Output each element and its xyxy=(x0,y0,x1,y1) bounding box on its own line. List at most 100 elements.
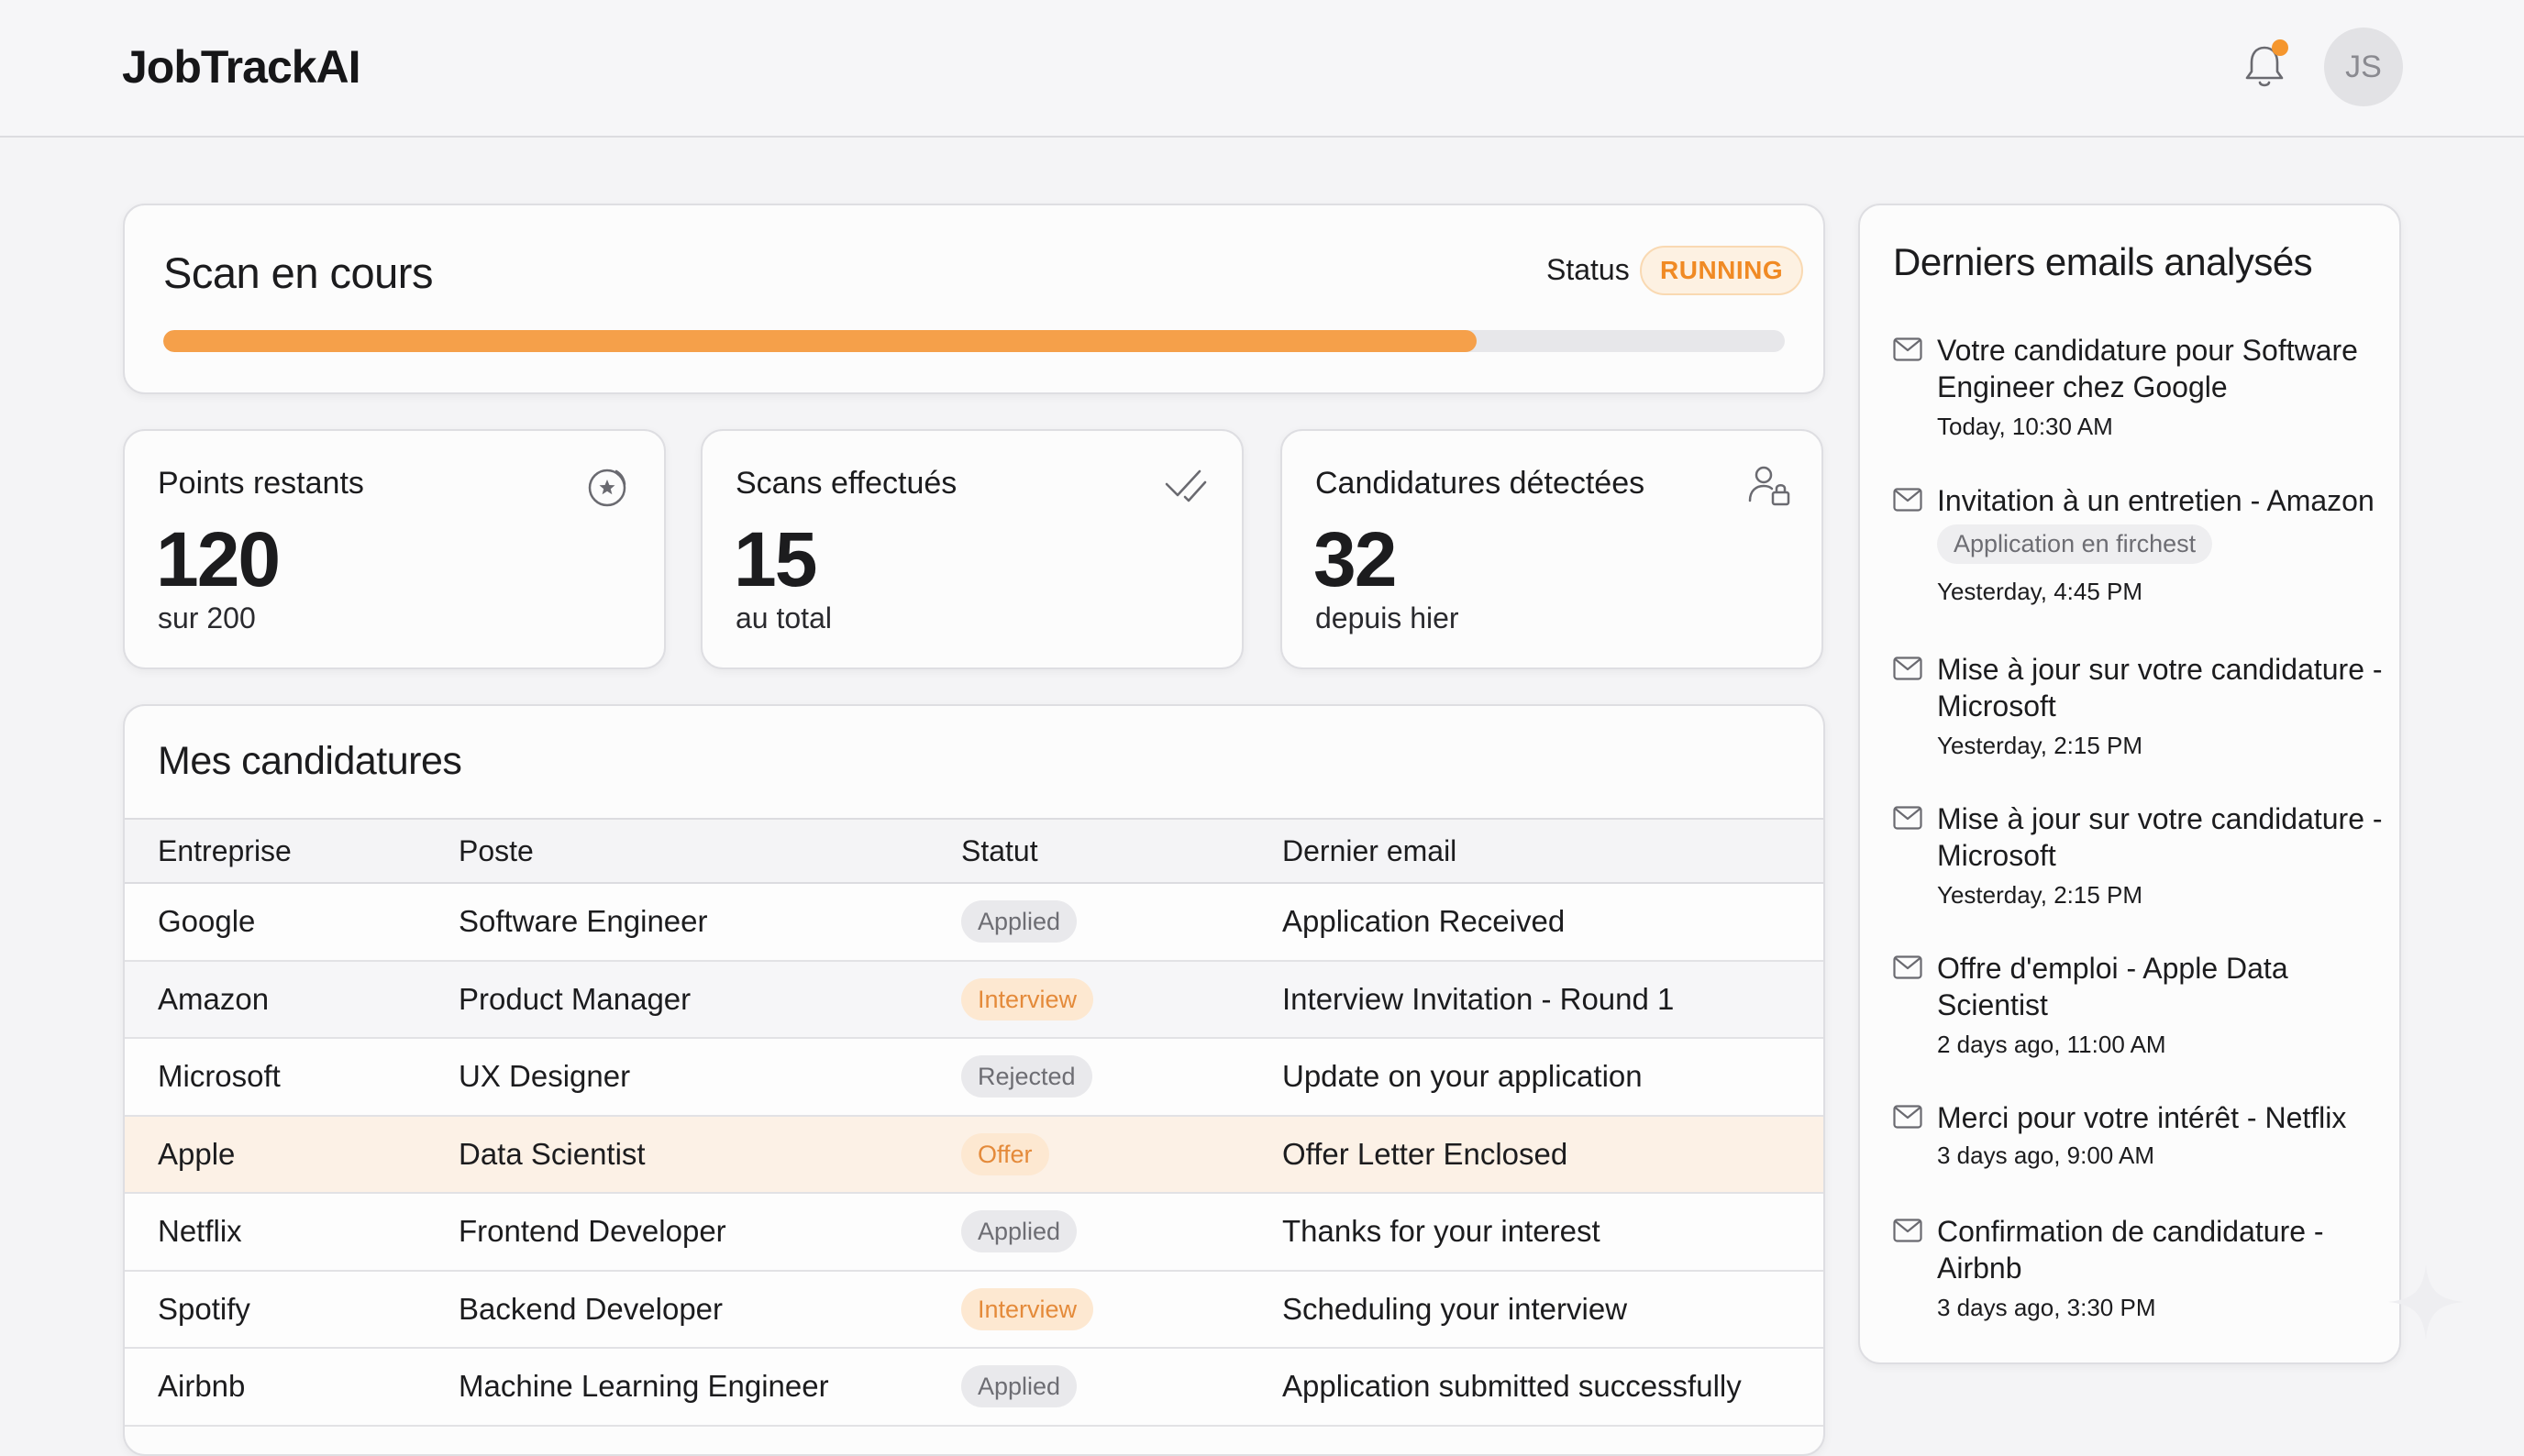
user-lock-icon xyxy=(1748,466,1790,506)
coin-star-icon xyxy=(588,469,626,507)
mail-icon xyxy=(1893,1105,1922,1129)
email-item[interactable]: Mise à jour sur votre candidature - Micr… xyxy=(1893,800,2388,916)
company-cell: Netflix xyxy=(125,1193,459,1272)
stat-value: 32 xyxy=(1313,516,1397,602)
table-header-row: Entreprise Poste Statut Dernier email xyxy=(125,818,1823,884)
top-bar: JobTrackAI JS xyxy=(0,0,2524,138)
scan-progress-bar xyxy=(163,330,1785,352)
role-cell: Frontend Developer xyxy=(459,1193,961,1272)
email-time: 3 days ago, 3:30 PM xyxy=(1937,1294,2156,1321)
status-badge: Interview xyxy=(961,1287,1094,1330)
email-subject: Mise à jour sur votre candidature - Micr… xyxy=(1937,653,2383,722)
last-email-cell: Application submitted successfully xyxy=(1282,1348,1823,1427)
email-time: 2 days ago, 11:00 AM xyxy=(1937,1031,2166,1058)
applications-card: Mes candidatures Entreprise Poste Statut… xyxy=(123,704,1825,1456)
email-subject: Offre d'emploi - Apple Data Scientist xyxy=(1937,952,2288,1021)
mail-icon xyxy=(1893,656,1922,680)
last-email-cell: Offer Letter Enclosed xyxy=(1282,1115,1823,1194)
mail-icon xyxy=(1893,337,1922,361)
company-cell: Apple xyxy=(125,1115,459,1194)
sparkle-icon xyxy=(2388,1264,2463,1340)
applications-table: Entreprise Poste Statut Dernier email Go… xyxy=(125,818,1823,1427)
scan-card: Scan en cours Status RUNNING xyxy=(123,204,1825,394)
email-tag: Application en firchest xyxy=(1937,524,2213,564)
stat-card-scans: Scans effectués 15 au total xyxy=(701,429,1244,669)
user-avatar[interactable]: JS xyxy=(2324,28,2403,106)
email-item[interactable]: Merci pour votre intérêt - Netflix 3 day… xyxy=(1893,1099,2388,1178)
status-cell: Offer xyxy=(961,1115,1282,1194)
email-time: 3 days ago, 9:00 AM xyxy=(1937,1142,2155,1169)
column-header-last-email[interactable]: Dernier email xyxy=(1282,818,1823,884)
table-row[interactable]: Google Software Engineer Applied Applica… xyxy=(125,883,1823,962)
last-email-cell: Application Received xyxy=(1282,883,1823,962)
status-badge: RUNNING xyxy=(1640,246,1804,295)
stat-sub: au total xyxy=(736,601,832,634)
email-subject: Invitation à un entretien - Amazon xyxy=(1937,484,2375,517)
status-badge: Rejected xyxy=(961,1055,1092,1098)
role-cell: Data Scientist xyxy=(459,1115,961,1194)
table-row[interactable]: Netflix Frontend Developer Applied Thank… xyxy=(125,1193,1823,1272)
email-item[interactable]: Mise à jour sur votre candidature - Micr… xyxy=(1893,651,2388,767)
table-row[interactable]: Apple Data Scientist Offer Offer Letter … xyxy=(125,1115,1823,1194)
company-cell: Amazon xyxy=(125,960,459,1039)
role-cell: Product Manager xyxy=(459,960,961,1039)
app-logo[interactable]: JobTrackAI xyxy=(122,40,361,94)
stat-card-points: Points restants 120 sur 200 xyxy=(123,429,666,669)
company-cell: Google xyxy=(125,883,459,962)
stat-sub: depuis hier xyxy=(1315,601,1459,634)
email-subject: Votre candidature pour Software Engineer… xyxy=(1937,334,2358,403)
last-email-cell: Scheduling your interview xyxy=(1282,1270,1823,1349)
email-time: Yesterday, 2:15 PM xyxy=(1937,732,2143,759)
column-header-role[interactable]: Poste xyxy=(459,818,961,884)
status-cell: Applied xyxy=(961,1193,1282,1272)
status-cell: Rejected xyxy=(961,1038,1282,1117)
email-time: Yesterday, 4:45 PM xyxy=(1937,578,2143,605)
status-badge: Applied xyxy=(961,1210,1078,1253)
status-cell: Applied xyxy=(961,883,1282,962)
scan-progress-fill xyxy=(163,330,1478,352)
stat-label: Scans effectués xyxy=(736,466,958,501)
last-email-cell: Thanks for your interest xyxy=(1282,1193,1823,1272)
table-row[interactable]: Microsoft UX Designer Rejected Update on… xyxy=(125,1038,1823,1117)
status-cell: Interview xyxy=(961,1270,1282,1349)
email-item[interactable]: Offre d'emploi - Apple Data Scientist 2 … xyxy=(1893,950,2388,1065)
recent-emails-title: Derniers emails analysés xyxy=(1893,240,2313,283)
table-row[interactable]: Airbnb Machine Learning Engineer Applied… xyxy=(125,1348,1823,1427)
stat-label: Candidatures détectées xyxy=(1315,466,1645,501)
stat-card-applications: Candidatures détectées 32 depuis hier xyxy=(1280,429,1823,669)
notification-dot xyxy=(2272,39,2288,56)
status-cell: Interview xyxy=(961,960,1282,1039)
email-time: Today, 10:30 AM xyxy=(1937,413,2113,440)
email-item[interactable]: Confirmation de candidature - Airbnb 3 d… xyxy=(1893,1213,2388,1329)
company-cell: Spotify xyxy=(125,1270,459,1349)
email-item[interactable]: Votre candidature pour Software Engineer… xyxy=(1893,332,2388,447)
recent-emails-card: Derniers emails analysés Votre candidatu… xyxy=(1858,204,2401,1364)
company-cell: Airbnb xyxy=(125,1348,459,1427)
mail-icon xyxy=(1893,1219,1922,1242)
last-email-cell: Update on your application xyxy=(1282,1038,1823,1117)
role-cell: Machine Learning Engineer xyxy=(459,1348,961,1427)
status-badge: Applied xyxy=(961,900,1078,943)
table-row[interactable]: Amazon Product Manager Interview Intervi… xyxy=(125,960,1823,1039)
email-subject: Merci pour votre intérêt - Netflix xyxy=(1937,1101,2347,1134)
mail-icon xyxy=(1893,806,1922,830)
email-subject: Confirmation de candidature - Airbnb xyxy=(1937,1215,2324,1285)
status-badge: Interview xyxy=(961,977,1094,1020)
last-email-cell: Interview Invitation - Round 1 xyxy=(1282,960,1823,1039)
column-header-status[interactable]: Statut xyxy=(961,818,1282,884)
table-row[interactable]: Spotify Backend Developer Interview Sche… xyxy=(125,1270,1823,1349)
mail-icon xyxy=(1893,488,1922,512)
stat-value: 15 xyxy=(734,516,817,602)
double-check-icon xyxy=(1165,469,1207,502)
role-cell: UX Designer xyxy=(459,1038,961,1117)
email-time: Yesterday, 2:15 PM xyxy=(1937,881,2143,909)
scan-title: Scan en cours xyxy=(163,248,433,297)
stat-value: 120 xyxy=(156,516,281,602)
status-label: Status xyxy=(1546,253,1630,286)
column-header-company[interactable]: Entreprise xyxy=(125,818,459,884)
email-item[interactable]: Invitation à un entretien - Amazon Appli… xyxy=(1893,482,2388,611)
mail-icon xyxy=(1893,955,1922,979)
status-badge: Offer xyxy=(961,1132,1049,1175)
company-cell: Microsoft xyxy=(125,1038,459,1117)
stat-label: Points restants xyxy=(158,466,364,501)
